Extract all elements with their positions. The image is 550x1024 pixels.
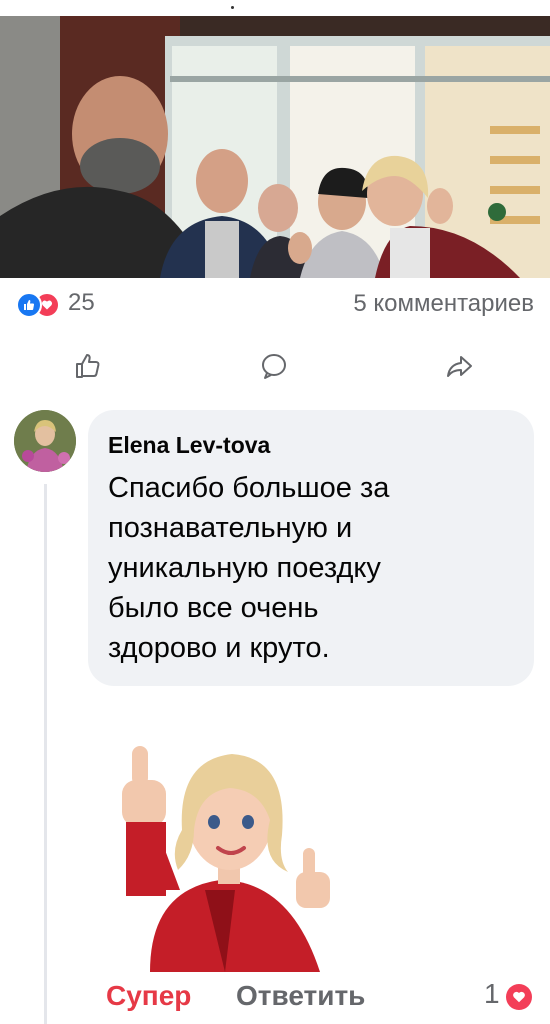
- thread-line: [44, 484, 47, 1024]
- reaction-summary[interactable]: 25: [16, 288, 95, 318]
- reply-button[interactable]: Ответить: [236, 980, 365, 1012]
- share-icon: [447, 356, 472, 377]
- comment-author[interactable]: Elena Lev-tova: [108, 432, 270, 459]
- thumbs-up-icon: [76, 354, 100, 378]
- heart-icon: [506, 984, 532, 1010]
- comment-line: Спасибо большое за: [108, 472, 390, 504]
- camera-dot: [231, 6, 234, 9]
- like-icon: [16, 292, 42, 318]
- commenter-avatar[interactable]: [14, 410, 76, 472]
- comment-bubble[interactable]: Elena Lev-tova Спасибо большое за познав…: [88, 410, 534, 686]
- post-photo[interactable]: [0, 16, 550, 278]
- avatar-sticker: [110, 740, 350, 972]
- comment-line: познавательную и: [108, 512, 353, 544]
- reaction-count: 25: [68, 289, 95, 316]
- post-actions: [0, 346, 550, 386]
- comment-reaction-count: 1: [484, 978, 500, 1009]
- comment-icon: [262, 354, 286, 379]
- comment-text: Спасибо большое за познавательную и уник…: [108, 468, 518, 668]
- comment-line: было все очень: [108, 592, 319, 624]
- reaction-icons: [16, 291, 66, 318]
- comment-actions: Супер Ответить 1: [0, 976, 550, 1020]
- reaction-super-button[interactable]: Супер: [106, 980, 191, 1012]
- comment-line: здорово и круто.: [108, 632, 330, 664]
- group-selfie-illustration: [0, 16, 550, 278]
- comment-button[interactable]: [254, 346, 294, 386]
- share-button[interactable]: [440, 346, 480, 386]
- comments-count-link[interactable]: 5 комментариев: [353, 290, 534, 318]
- comment-line: уникальную поездку: [108, 552, 381, 584]
- like-button[interactable]: [68, 346, 108, 386]
